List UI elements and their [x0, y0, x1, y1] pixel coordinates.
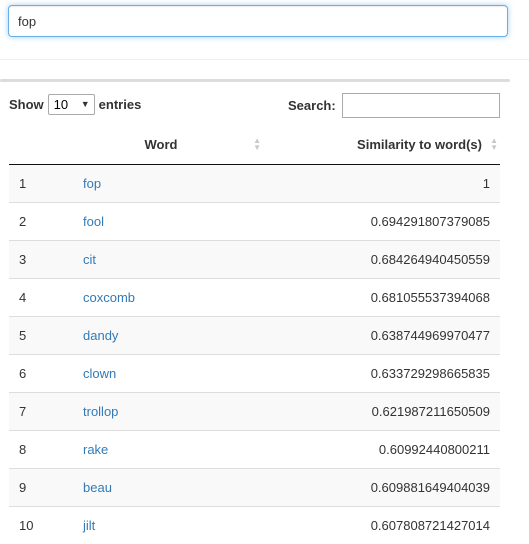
table-row: 2 fool 0.694291807379085 [9, 203, 500, 241]
row-similarity: 0.638744969970477 [253, 317, 500, 355]
sort-both-icon: ▲▼ [490, 137, 498, 151]
entries-label: entries [99, 97, 142, 112]
row-similarity: 0.681055537394068 [253, 279, 500, 317]
header-word[interactable]: Word ▲▼ [69, 125, 253, 165]
row-index: 4 [9, 279, 69, 317]
row-word-cell: clown [69, 355, 253, 393]
row-similarity: 0.621987211650509 [253, 393, 500, 431]
page-length-value: 10 [54, 97, 68, 112]
word-link[interactable]: trollop [83, 404, 118, 419]
page-length-control: Show 10 ▼ entries [9, 93, 141, 115]
query-box [8, 5, 508, 37]
row-index: 5 [9, 317, 69, 355]
word-link[interactable]: clown [83, 366, 116, 381]
row-word-cell: jilt [69, 507, 253, 544]
table-row: 10 jilt 0.607808721427014 [9, 507, 500, 544]
row-word-cell: fool [69, 203, 253, 241]
row-word-cell: coxcomb [69, 279, 253, 317]
row-index: 10 [9, 507, 69, 544]
table-search: Search: [288, 93, 500, 118]
query-input[interactable] [8, 5, 508, 37]
show-label: Show [9, 97, 44, 112]
row-index: 7 [9, 393, 69, 431]
word-link[interactable]: jilt [83, 518, 95, 533]
page-length-select[interactable]: 10 ▼ [48, 94, 95, 115]
row-similarity: 0.684264940450559 [253, 241, 500, 279]
row-index: 3 [9, 241, 69, 279]
word-link[interactable]: dandy [83, 328, 118, 343]
row-similarity: 1 [253, 165, 500, 203]
row-index: 8 [9, 431, 69, 469]
word-link[interactable]: fool [83, 214, 104, 229]
table-row: 4 coxcomb 0.681055537394068 [9, 279, 500, 317]
results-panel-border [0, 79, 510, 82]
row-word-cell: fop [69, 165, 253, 203]
search-label: Search: [288, 98, 336, 113]
header-index [9, 125, 69, 165]
table-row: 3 cit 0.684264940450559 [9, 241, 500, 279]
row-word-cell: beau [69, 469, 253, 507]
table-row: 8 rake 0.60992440800211 [9, 431, 500, 469]
header-similarity[interactable]: Similarity to word(s) ▲▼ [253, 125, 500, 165]
search-input[interactable] [342, 93, 500, 118]
row-similarity: 0.60992440800211 [253, 431, 500, 469]
row-similarity: 0.609881649404039 [253, 469, 500, 507]
row-similarity: 0.607808721427014 [253, 507, 500, 544]
table-row: 1 fop 1 [9, 165, 500, 203]
row-index: 6 [9, 355, 69, 393]
scrollbar[interactable] [510, 82, 529, 542]
word-link[interactable]: rake [83, 442, 108, 457]
row-similarity: 0.694291807379085 [253, 203, 500, 241]
word-link[interactable]: fop [83, 176, 101, 191]
table-row: 7 trollop 0.621987211650509 [9, 393, 500, 431]
row-word-cell: rake [69, 431, 253, 469]
row-index: 2 [9, 203, 69, 241]
row-similarity: 0.633729298665835 [253, 355, 500, 393]
table-body: 1fop12fool0.6942918073790853cit0.6842649… [9, 165, 500, 544]
caret-down-icon: ▼ [81, 99, 90, 109]
header-similarity-label: Similarity to word(s) [357, 137, 482, 152]
row-word-cell: dandy [69, 317, 253, 355]
table-row: 6 clown 0.633729298665835 [9, 355, 500, 393]
row-word-cell: trollop [69, 393, 253, 431]
header-word-label: Word [145, 137, 178, 152]
row-index: 9 [9, 469, 69, 507]
word-link[interactable]: coxcomb [83, 290, 135, 305]
word-link[interactable]: cit [83, 252, 96, 267]
table-row: 9 beau 0.609881649404039 [9, 469, 500, 507]
table-row: 5 dandy 0.638744969970477 [9, 317, 500, 355]
row-word-cell: cit [69, 241, 253, 279]
results-table: Word ▲▼ Similarity to word(s) ▲▼ 1fop12f… [9, 125, 500, 544]
row-index: 1 [9, 165, 69, 203]
word-link[interactable]: beau [83, 480, 112, 495]
divider [0, 59, 529, 60]
header-row: Word ▲▼ Similarity to word(s) ▲▼ [9, 125, 500, 165]
